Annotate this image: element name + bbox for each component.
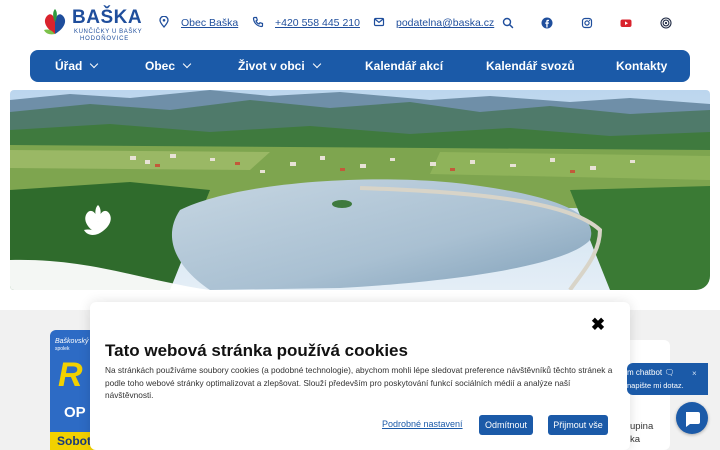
- nav-item-label: Úřad: [55, 59, 83, 73]
- main-navigation: Úřad Obec Život v obci Kalendář akcí Kal…: [30, 50, 690, 82]
- hero-image: [10, 90, 710, 290]
- podcast-icon[interactable]: [660, 17, 672, 29]
- nav-item-urad[interactable]: Úřad: [55, 50, 99, 82]
- cookie-reject-button[interactable]: Odmítnout: [479, 415, 533, 435]
- close-icon[interactable]: ✖: [589, 316, 607, 334]
- logo-title: BAŠKA: [72, 7, 143, 28]
- chatbot-greeting-text: napište mi dotaz.: [627, 381, 684, 390]
- nav-item-label: Obec: [145, 59, 176, 73]
- nav-item-obec[interactable]: Obec: [145, 50, 192, 82]
- landscape-image: [10, 90, 710, 290]
- nav-item-kalendar-akci[interactable]: Kalendář akcí: [365, 50, 443, 82]
- site-logo[interactable]: BAŠKA KUNČIČKY U BAŠKY HODOŇOVICE: [40, 6, 142, 44]
- contact-address-link[interactable]: Obec Baška: [181, 17, 238, 29]
- side-card-text-1: upina: [630, 421, 654, 432]
- poster-big-letter: R: [58, 356, 83, 394]
- search-icon[interactable]: [502, 17, 514, 29]
- nav-item-label: Kalendář svozů: [486, 59, 575, 73]
- phone-icon: [252, 16, 264, 28]
- nav-item-label: Život v obci: [238, 59, 305, 73]
- logo-subtitle-2: HODOŇOVICE: [80, 36, 130, 42]
- poster-op: OP: [64, 404, 86, 421]
- chevron-down-icon: [312, 59, 321, 69]
- chat-icon: [686, 412, 700, 427]
- chatbot-greeting-title: m chatbot 🗨: [627, 368, 675, 377]
- nav-item-kontakty[interactable]: Kontakty: [616, 50, 667, 82]
- logo-flower-icon: [44, 9, 66, 35]
- chatbot-greeting[interactable]: m chatbot 🗨 napište mi dotaz.: [627, 363, 708, 395]
- chatbot-close-icon[interactable]: ×: [692, 369, 697, 378]
- nav-item-label: Kontakty: [616, 59, 668, 73]
- nav-item-label: Kalendář akcí: [365, 59, 444, 73]
- cookie-consent-dialog: ✖ Tato webová stránka používá cookies Na…: [90, 302, 630, 450]
- chatbot-launcher-button[interactable]: [676, 402, 708, 434]
- logo-subtitle: KUNČIČKY U BAŠKY: [74, 29, 143, 35]
- side-card-text-2: ka: [630, 434, 641, 445]
- poster-line-2: spolek: [55, 346, 70, 352]
- instagram-icon[interactable]: [581, 17, 593, 29]
- cookie-settings-link[interactable]: Podrobné nastavení: [382, 419, 463, 429]
- chevron-down-icon: [182, 59, 192, 69]
- poster-line-1: Baškovský: [55, 338, 89, 345]
- youtube-icon[interactable]: [620, 17, 632, 29]
- cookie-description: Na stránkách používáme soubory cookies (…: [105, 365, 613, 401]
- chevron-down-icon: [90, 59, 99, 69]
- location-pin-icon: [159, 16, 169, 28]
- facebook-icon[interactable]: [541, 17, 553, 29]
- contact-email-link[interactable]: podatelna@baska.cz: [396, 17, 494, 29]
- mail-icon: [373, 17, 385, 27]
- top-bar: BAŠKA KUNČIČKY U BAŠKY HODOŇOVICE Obec B…: [0, 0, 720, 48]
- nav-item-zivot-v-obci[interactable]: Život v obci: [238, 50, 321, 82]
- contact-phone-link[interactable]: +420 558 445 210: [275, 17, 360, 29]
- cookie-title: Tato webová stránka používá cookies: [105, 341, 408, 360]
- cookie-accept-button[interactable]: Přijmout vše: [548, 415, 608, 435]
- nav-item-kalendar-svozu[interactable]: Kalendář svozů: [486, 50, 575, 82]
